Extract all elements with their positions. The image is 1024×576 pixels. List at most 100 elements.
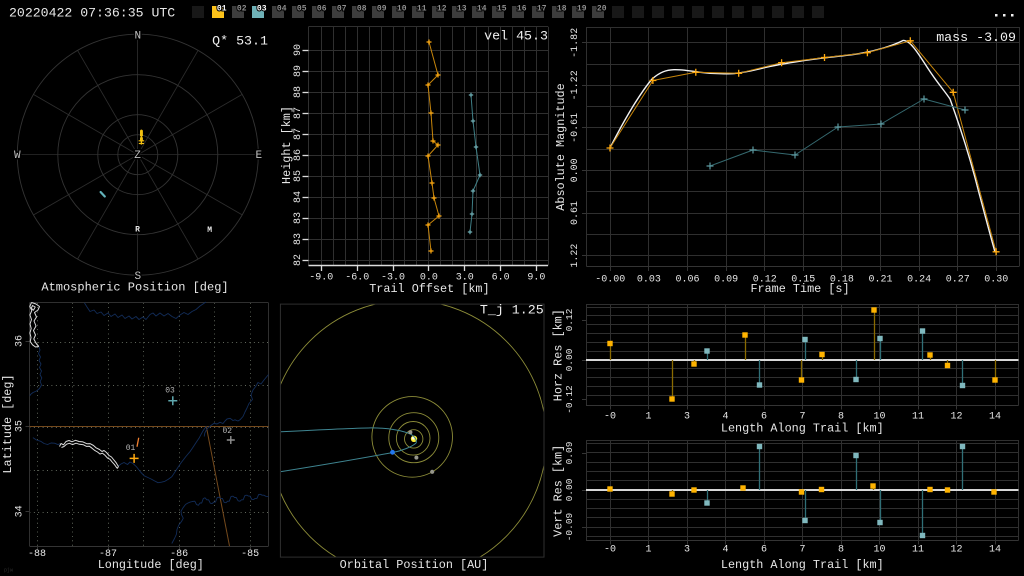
svg-text:-0.12: -0.12: [564, 385, 575, 414]
svg-text:-9.0: -9.0: [309, 273, 333, 284]
svg-text:06: 06: [317, 5, 327, 14]
svg-text:8: 8: [838, 545, 844, 556]
svg-text:11: 11: [912, 412, 924, 423]
svg-text:-1.82: -1.82: [570, 28, 581, 58]
svg-text:82: 82: [293, 254, 304, 266]
svg-text:3: 3: [684, 545, 690, 556]
svg-text:11: 11: [912, 545, 924, 556]
svg-text:0.00: 0.00: [564, 478, 575, 501]
svg-text:83: 83: [293, 233, 304, 245]
svg-text:01: 01: [217, 5, 227, 14]
svg-text:04: 04: [277, 5, 287, 14]
svg-text:0.27: 0.27: [946, 275, 970, 286]
svg-text:12: 12: [950, 412, 962, 423]
svg-text:03: 03: [165, 386, 175, 395]
svg-text:02: 02: [222, 427, 232, 436]
svg-text:-0: -0: [604, 545, 616, 556]
svg-text:0.30: 0.30: [984, 275, 1008, 286]
svg-text:-88: -88: [28, 549, 46, 560]
svg-text:vel 45.3: vel 45.3: [484, 29, 548, 44]
svg-text:Length Along Trail [km]: Length Along Trail [km]: [721, 422, 884, 436]
svg-text:0.21: 0.21: [868, 275, 892, 286]
svg-text:03: 03: [257, 5, 267, 14]
svg-text:W: W: [14, 150, 21, 162]
svg-text:Atmospheric Position [deg]: Atmospheric Position [deg]: [41, 281, 228, 295]
svg-text:Horz Res [km]: Horz Res [km]: [552, 309, 566, 401]
svg-text:Length Along Trail [km]: Length Along Trail [km]: [721, 558, 884, 572]
svg-text:0.24: 0.24: [907, 275, 931, 286]
svg-text:14: 14: [989, 545, 1001, 556]
svg-text:36: 36: [15, 335, 26, 347]
svg-text:pjw: pjw: [4, 568, 13, 574]
svg-text:1: 1: [645, 412, 651, 423]
svg-text:Longitude [deg]: Longitude [deg]: [98, 558, 204, 572]
svg-text:0.09: 0.09: [564, 441, 575, 464]
svg-text:08: 08: [357, 5, 367, 14]
svg-text:-85: -85: [241, 549, 259, 560]
svg-text:02: 02: [237, 5, 247, 14]
svg-text:12: 12: [437, 5, 447, 14]
svg-text:9.0: 9.0: [527, 273, 545, 284]
svg-text:87: 87: [293, 128, 304, 140]
svg-text:34: 34: [15, 505, 26, 517]
svg-text:84: 84: [293, 191, 304, 203]
svg-text:0.00: 0.00: [564, 348, 575, 371]
svg-text:19: 19: [577, 5, 587, 14]
svg-text:T_j 1.25: T_j 1.25: [480, 303, 544, 318]
svg-text:Vert Res [km]: Vert Res [km]: [552, 445, 566, 537]
svg-text:12: 12: [950, 545, 962, 556]
svg-text:-6.0: -6.0: [345, 273, 369, 284]
svg-text:Orbital Position [AU]: Orbital Position [AU]: [340, 558, 489, 572]
svg-text:N: N: [134, 31, 141, 43]
svg-text:88: 88: [293, 86, 304, 98]
svg-text:20: 20: [597, 5, 607, 14]
svg-text:6: 6: [761, 545, 767, 556]
svg-text:89: 89: [293, 65, 304, 77]
svg-text:16: 16: [517, 5, 527, 14]
svg-text:14: 14: [477, 5, 487, 14]
svg-text:Frame Time [s]: Frame Time [s]: [750, 282, 849, 296]
svg-text:13: 13: [457, 5, 467, 14]
svg-text:mass -3.09: mass -3.09: [936, 30, 1016, 45]
svg-text:87: 87: [293, 107, 304, 119]
svg-text:-0.09: -0.09: [564, 512, 575, 541]
svg-text:1.22: 1.22: [570, 244, 581, 268]
svg-text:0.03: 0.03: [637, 275, 661, 286]
svg-text:Z: Z: [134, 150, 141, 162]
svg-text:05: 05: [297, 5, 307, 14]
svg-text:R: R: [135, 226, 140, 235]
svg-text:Latitude [deg]: Latitude [deg]: [1, 374, 15, 473]
svg-text:18: 18: [557, 5, 567, 14]
svg-text:Height [km]: Height [km]: [280, 106, 294, 184]
svg-text:85: 85: [293, 170, 304, 182]
svg-text:E: E: [255, 150, 262, 162]
svg-text:01: 01: [126, 444, 136, 453]
svg-text:35: 35: [15, 420, 26, 432]
svg-text:10: 10: [873, 545, 885, 556]
svg-text:M: M: [207, 226, 212, 235]
svg-text:11: 11: [417, 5, 427, 14]
svg-text:07: 07: [337, 5, 347, 14]
svg-text:Trail Offset [km]: Trail Offset [km]: [369, 282, 489, 296]
svg-text:09: 09: [377, 5, 387, 14]
svg-text:86: 86: [293, 149, 304, 161]
svg-text:0.06: 0.06: [675, 275, 699, 286]
svg-text:14: 14: [989, 412, 1001, 423]
svg-text:83: 83: [293, 212, 304, 224]
svg-text:90: 90: [293, 44, 304, 56]
svg-text:10: 10: [397, 5, 407, 14]
svg-text:17: 17: [537, 5, 547, 14]
svg-text:0.09: 0.09: [714, 275, 738, 286]
svg-text:-0.00: -0.00: [595, 275, 625, 286]
svg-text:7: 7: [799, 545, 805, 556]
svg-text:1: 1: [645, 545, 651, 556]
svg-text:0.12: 0.12: [564, 308, 575, 331]
svg-text:0.61: 0.61: [570, 201, 581, 225]
svg-text:20220422 07:36:35 UTC: 20220422 07:36:35 UTC: [9, 6, 175, 21]
svg-text:6.0: 6.0: [492, 273, 510, 284]
svg-text:-1.22: -1.22: [570, 70, 581, 100]
svg-text:Q* 53.1: Q* 53.1: [212, 34, 268, 49]
svg-text:-0.61: -0.61: [570, 113, 581, 143]
svg-text:15: 15: [497, 5, 507, 14]
svg-text:0.00: 0.00: [570, 158, 581, 182]
